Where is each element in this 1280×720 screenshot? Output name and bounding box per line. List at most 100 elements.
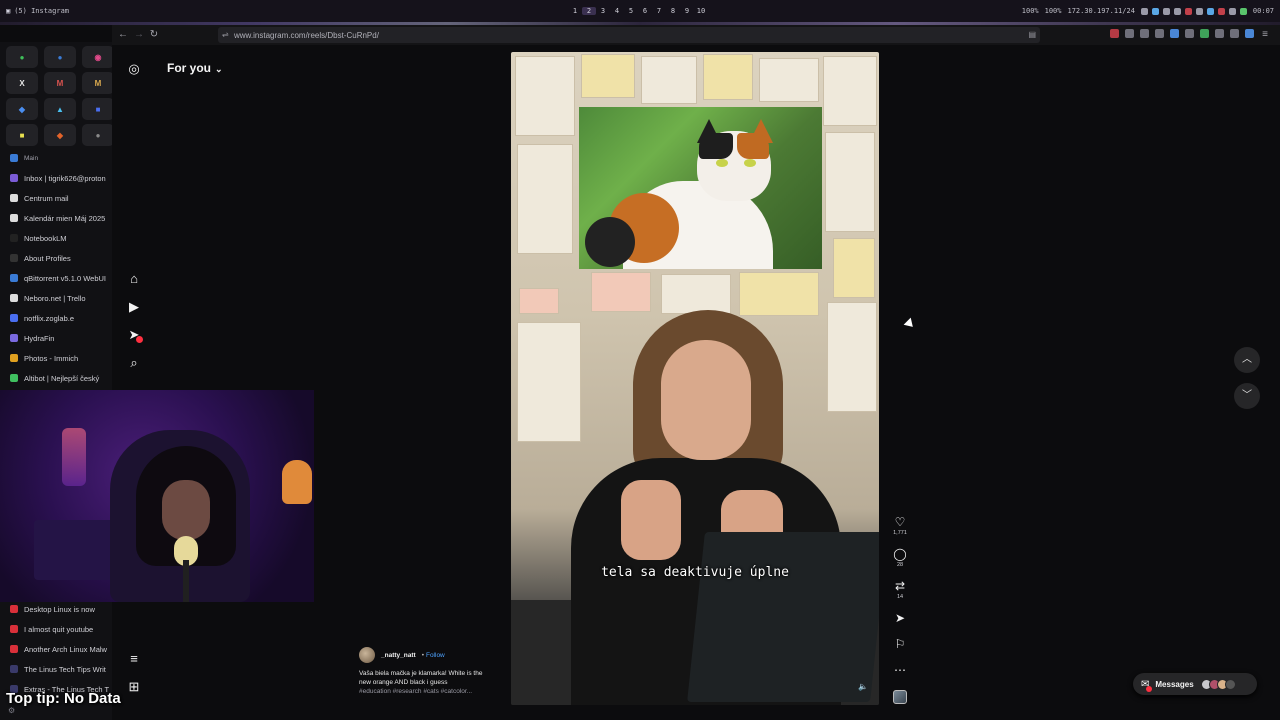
gmail-alt-icon[interactable]: M	[82, 72, 112, 94]
url-bar[interactable]: ⇌ www.instagram.com/reels/Dbst-CuRnPd/ ▤	[218, 27, 1040, 43]
workspace-10[interactable]: 10	[694, 7, 708, 15]
sidebar-tab[interactable]: notflix.zoglab.e	[0, 308, 112, 328]
tray-icon[interactable]	[1217, 7, 1225, 15]
sidebar-tab[interactable]: NotebookLM	[0, 228, 112, 248]
extension-icon[interactable]	[1110, 29, 1119, 38]
extension-icon[interactable]	[1170, 29, 1179, 38]
tray-icon[interactable]	[1195, 7, 1203, 15]
messages-label: Messages	[1155, 679, 1194, 689]
notes-icon[interactable]: ■	[6, 124, 38, 146]
mute-toggle-icon[interactable]: 🔈	[858, 682, 868, 691]
previous-reel-button[interactable]: ︿	[1234, 347, 1260, 373]
gmail-icon[interactable]: M	[44, 72, 76, 94]
extension-icon[interactable]	[1215, 29, 1224, 38]
follow-button[interactable]: Follow	[426, 652, 445, 659]
like-button[interactable]: ♡ 1,771	[892, 515, 908, 547]
sidebar-tab[interactable]: Photos - Immich	[0, 348, 112, 368]
feed-selector[interactable]: For you ⌄	[167, 61, 223, 75]
brightness-readout[interactable]: 100%	[1045, 7, 1062, 15]
workspace-4[interactable]: 4	[610, 7, 624, 15]
reel-video[interactable]: tela sa deaktivuje úplne 🔈	[511, 52, 879, 705]
share-button[interactable]: ➤	[892, 611, 908, 637]
app-icon[interactable]: ■	[82, 98, 112, 120]
extension-icon[interactable]	[1200, 29, 1209, 38]
sidebar-tab[interactable]: Altibot | Nejlepší český	[0, 368, 112, 388]
extension-icon[interactable]	[1125, 29, 1134, 38]
sidebar-tab[interactable]: qBittorrent v5.1.0 WebUI	[0, 268, 112, 288]
instagram-logo-icon[interactable]: ◎	[124, 59, 144, 79]
reader-view-icon[interactable]: ▤	[1028, 30, 1036, 39]
workspace-7[interactable]: 7	[652, 7, 666, 15]
back-arrow-icon[interactable]: ←	[116, 28, 130, 42]
menu-icon[interactable]: ≡	[1258, 28, 1272, 42]
extension-icon[interactable]	[1185, 29, 1194, 38]
window-menu-icon[interactable]: ▣	[6, 7, 10, 15]
audio-thumbnail[interactable]	[893, 690, 907, 704]
instagram-icon[interactable]: ◉	[82, 46, 112, 68]
sidebar-tab[interactable]: I almost quit youtube	[0, 619, 112, 639]
comment-button[interactable]: ◯ 28	[892, 547, 908, 579]
sidebar-tab[interactable]: Another Arch Linux Malw	[0, 639, 112, 659]
workspace-switcher: 1 2 3 4 5 6 7 8 9 10	[568, 0, 708, 22]
home-icon[interactable]: ⌂	[124, 269, 144, 289]
author-username[interactable]: _natty_natt	[381, 652, 416, 659]
tray-icon[interactable]	[1228, 7, 1236, 15]
sidebar-tab[interactable]: Inbox | tigrik626@proton	[0, 168, 112, 188]
x-icon[interactable]: X	[6, 72, 38, 94]
caption-line: new orange AND black i guess	[359, 679, 448, 686]
workspace-8[interactable]: 8	[666, 7, 680, 15]
reload-icon[interactable]: ↻	[147, 28, 161, 42]
search-icon[interactable]: ⌕	[124, 353, 144, 373]
messenger-icon[interactable]: ●	[44, 46, 76, 68]
repost-button[interactable]: ⇄ 14	[892, 579, 908, 611]
sidebar-settings-icon[interactable]: ⚙	[8, 706, 15, 715]
next-reel-button[interactable]: ﹀	[1234, 383, 1260, 409]
tray-icon[interactable]	[1151, 7, 1159, 15]
sidebar-tab[interactable]: Desktop Linux is now	[0, 599, 112, 619]
sidebar-tab[interactable]: The Linus Tech Tips Writ	[0, 659, 112, 679]
reels-icon[interactable]: ▶	[124, 297, 144, 317]
sidebar-tab-label: About Profiles	[24, 253, 71, 263]
forward-arrow-icon[interactable]: →	[132, 28, 146, 42]
also-from-meta-icon[interactable]: ⊞	[124, 677, 144, 697]
workspace-6[interactable]: 6	[638, 7, 652, 15]
sidebar-tab-label: Main	[24, 154, 39, 162]
save-button[interactable]: ⚐	[892, 637, 908, 663]
wall-paper	[825, 132, 875, 232]
url-text[interactable]: www.instagram.com/reels/Dbst-CuRnPd/	[234, 31, 379, 40]
whatsapp-icon[interactable]: ●	[6, 46, 38, 68]
sidebar-section-header[interactable]: Main	[0, 148, 112, 168]
tray-icon[interactable]	[1173, 7, 1181, 15]
tray-icon[interactable]	[1206, 7, 1214, 15]
more-menu-icon[interactable]: ≡	[124, 649, 144, 669]
sidebar-tab[interactable]: HydraFin	[0, 328, 112, 348]
extension-icon[interactable]	[1245, 29, 1254, 38]
direct-messages-icon[interactable]: ➤	[124, 325, 144, 345]
sidebar-tab[interactable]: About Profiles	[0, 248, 112, 268]
gitlab-icon[interactable]: ◆	[44, 124, 76, 146]
tray-icon[interactable]	[1162, 7, 1170, 15]
extension-icon[interactable]	[1230, 29, 1239, 38]
tray-icon[interactable]	[1239, 7, 1247, 15]
chat-icon[interactable]: ◆	[6, 98, 38, 120]
sidebar-tab[interactable]: Kalendár mien Máj 2025	[0, 208, 112, 228]
caption-text[interactable]: Vaša biela mačka je klamarka! White is t…	[359, 669, 499, 696]
tray-icon[interactable]	[1140, 7, 1148, 15]
workspace-1[interactable]: 1	[568, 7, 582, 15]
workspace-9[interactable]: 9	[680, 7, 694, 15]
extension-icon[interactable]	[1140, 29, 1149, 38]
volume-readout[interactable]: 100%	[1022, 7, 1039, 15]
drop-icon[interactable]: ▲	[44, 98, 76, 120]
extension-icon[interactable]	[1155, 29, 1164, 38]
more-options-button[interactable]: ⋯	[892, 663, 908, 683]
workspace-5[interactable]: 5	[624, 7, 638, 15]
author-avatar[interactable]	[359, 647, 375, 663]
site-info-icon[interactable]: ⇌	[222, 30, 229, 39]
workspace-3[interactable]: 3	[596, 7, 610, 15]
workspace-2[interactable]: 2	[582, 7, 596, 15]
sidebar-tab[interactable]: Neboro.net | Trello	[0, 288, 112, 308]
sidebar-tab[interactable]: Centrum mail	[0, 188, 112, 208]
tray-icon[interactable]	[1184, 7, 1192, 15]
circle-icon[interactable]: ●	[82, 124, 112, 146]
messages-button[interactable]: ✉ Messages	[1133, 673, 1257, 695]
